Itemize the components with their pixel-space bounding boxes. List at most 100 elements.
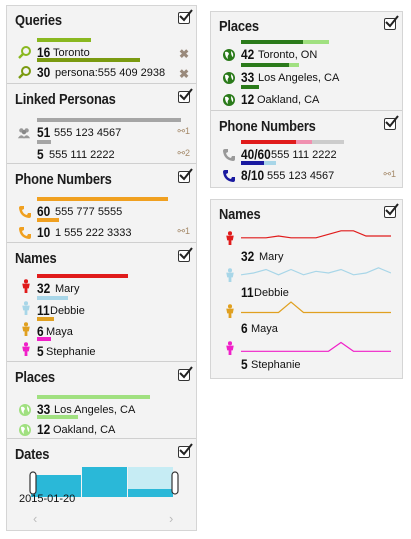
- name-label: Mary: [55, 283, 80, 295]
- place-row[interactable]: 42 Toronto, ON: [211, 40, 402, 64]
- count-value: 5: [37, 343, 44, 359]
- link-icon[interactable]: ⚯2: [177, 148, 190, 159]
- count-bar-remainder: [264, 161, 276, 165]
- name-row[interactable]: 32 Mary: [7, 274, 196, 298]
- count-value: 33: [241, 69, 255, 85]
- next-arrow-icon[interactable]: ›: [169, 511, 173, 526]
- count-bar-total: [312, 140, 344, 144]
- person-icon: [226, 268, 234, 282]
- panel-toggle-checkbox[interactable]: [178, 168, 193, 183]
- places-panel: Places 33 Los Angeles, CA 12 Oakland, CA: [7, 363, 196, 439]
- place-row[interactable]: 12 Oakland, CA: [7, 415, 196, 439]
- person-icon: [22, 279, 30, 293]
- name-row[interactable]: 32 Mary: [211, 228, 402, 264]
- link-icon[interactable]: ⚯1: [177, 126, 190, 137]
- phone-numbers-panel: Phone Numbers 60 555 777 5555 10 1 555 2…: [7, 165, 196, 243]
- panel-title: Names: [15, 250, 57, 267]
- panel-title: Queries: [15, 12, 62, 29]
- globe-icon: [19, 424, 31, 436]
- persona-row[interactable]: 5 555 111 2222 ⚯2: [7, 140, 196, 164]
- count-value: 11: [241, 284, 254, 300]
- globe-icon: [223, 49, 235, 61]
- people-group-icon: [17, 128, 31, 139]
- dates-panel: Dates 2015-01-20 ‹ ›: [7, 440, 196, 531]
- name-row[interactable]: 11 Debbie: [211, 265, 402, 301]
- name-label: Debbie: [50, 305, 85, 317]
- panel-toggle-checkbox[interactable]: [178, 247, 193, 262]
- link-count: 2: [184, 148, 190, 158]
- count-bar-remainder: [289, 63, 299, 67]
- name-row[interactable]: 5 Stephanie: [211, 338, 402, 374]
- globe-icon: [223, 94, 235, 106]
- panel-title: Places: [15, 369, 55, 386]
- count-bar: [37, 337, 51, 341]
- count-value: 42: [241, 46, 255, 62]
- count-value: 10: [37, 224, 51, 240]
- count-value: 32: [241, 248, 255, 264]
- range-handle-right[interactable]: [171, 471, 179, 495]
- maya-sparkline: [241, 301, 391, 314]
- panel-toggle-checkbox[interactable]: [384, 115, 399, 130]
- panel-title: Dates: [15, 446, 50, 463]
- person-icon: [22, 322, 30, 336]
- panel-toggle-checkbox[interactable]: [178, 366, 193, 381]
- panel-toggle-checkbox[interactable]: [178, 443, 193, 458]
- link-count: 1: [390, 169, 396, 179]
- link-icon[interactable]: ⚯1: [383, 169, 396, 180]
- count-bar: [241, 85, 259, 89]
- persona-row[interactable]: 51 555 123 4567 ⚯1: [7, 118, 196, 142]
- person-icon: [22, 342, 30, 356]
- count-bar: [37, 274, 128, 278]
- previous-arrow-icon[interactable]: ‹: [33, 511, 37, 526]
- remove-icon[interactable]: ✖: [179, 67, 189, 81]
- phone-row[interactable]: 8/10 555 123 4567 ⚯1: [211, 161, 402, 185]
- sparkline-path: [241, 341, 391, 352]
- link-icon[interactable]: ⚯1: [177, 226, 190, 237]
- count-value: 32: [37, 280, 51, 296]
- place-row[interactable]: 12 Oakland, CA: [211, 85, 402, 109]
- name-label: Debbie: [254, 287, 289, 299]
- debbie-sparkline: [241, 267, 391, 276]
- range-handle-left[interactable]: [29, 471, 37, 495]
- name-label: Mary: [259, 251, 284, 263]
- count-bar: [37, 118, 181, 122]
- person-icon: [22, 301, 30, 315]
- count-bar: [37, 317, 54, 321]
- phone-icon: [223, 149, 235, 161]
- count-value: 12: [241, 91, 255, 107]
- panel-title: Linked Personas: [15, 91, 116, 108]
- phone-label: 1 555 222 3333: [55, 227, 132, 239]
- globe-icon: [223, 72, 235, 84]
- count-value: 40/60: [241, 146, 271, 162]
- phone-numbers-panel: Phone Numbers 40/60 555 111 2222 8/10 55…: [211, 112, 402, 188]
- place-label: Toronto, ON: [258, 49, 318, 61]
- persona-label: 555 111 2222: [49, 149, 115, 161]
- name-row[interactable]: 5 Stephanie: [7, 337, 196, 361]
- count-value: 5: [37, 146, 44, 162]
- query-label: persona:555 409 2938: [55, 67, 166, 79]
- phone-icon: [19, 206, 31, 218]
- link-count: 1: [184, 226, 190, 236]
- place-row[interactable]: 33 Los Angeles, CA: [211, 63, 402, 87]
- count-bar: [37, 58, 140, 62]
- panel-toggle-checkbox[interactable]: [178, 9, 193, 24]
- person-icon: [226, 304, 234, 318]
- sparkline-path: [241, 230, 391, 239]
- sparkline-path: [241, 301, 391, 314]
- name-row[interactable]: 6 Maya: [211, 301, 402, 337]
- panel-toggle-checkbox[interactable]: [384, 203, 399, 218]
- panel-toggle-checkbox[interactable]: [178, 88, 193, 103]
- count-value: 51: [37, 124, 51, 140]
- count-bar-remainder: [296, 140, 312, 144]
- queries-panel: Queries 16 Toronto ✖ 30 persona:555 409 …: [7, 6, 196, 84]
- query-row[interactable]: 30 persona:555 409 2938 ✖: [7, 58, 196, 82]
- right-facet-column: Places 42 Toronto, ON 33 Los Angeles, CA…: [210, 11, 403, 188]
- count-bar: [37, 197, 168, 201]
- person-icon: [226, 231, 234, 245]
- persona-label: 555 123 4567: [54, 127, 122, 139]
- panel-toggle-checkbox[interactable]: [384, 15, 399, 30]
- phone-row[interactable]: 10 1 555 222 3333 ⚯1: [7, 218, 196, 242]
- name-label: Stephanie: [251, 359, 301, 371]
- panel-title: Phone Numbers: [219, 118, 316, 135]
- search-icon: [18, 66, 31, 79]
